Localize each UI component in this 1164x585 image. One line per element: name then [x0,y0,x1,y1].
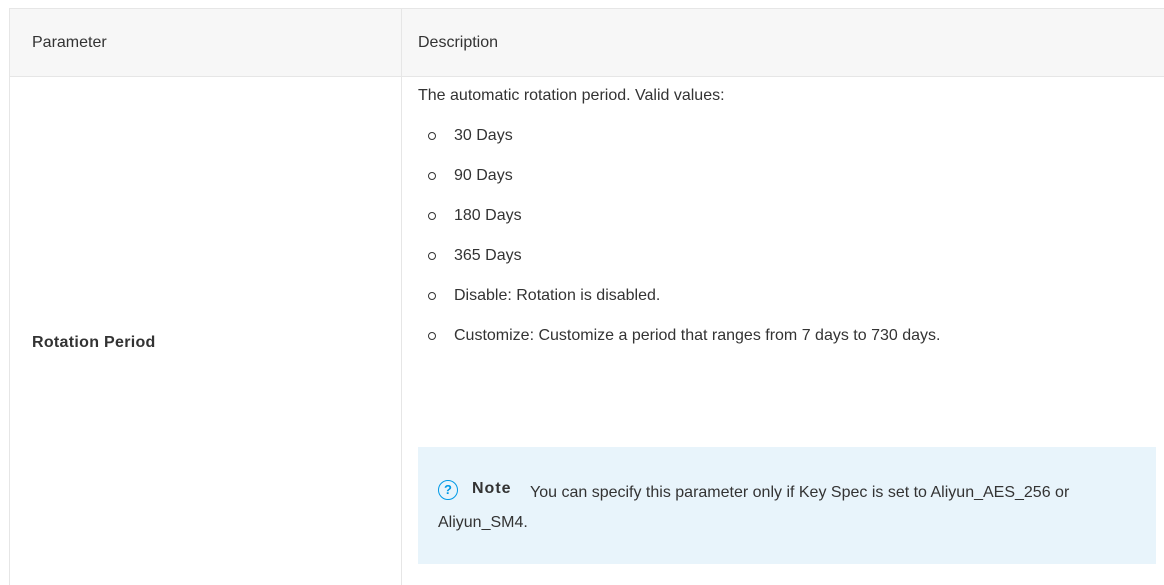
parameter-name: Rotation Period [32,334,156,351]
header-parameter: Parameter [32,34,107,51]
bullet-icon [428,132,436,140]
bullet-icon [428,212,436,220]
note-box: ? Note You can specify this parameter on… [418,447,1156,564]
option-text: 180 Days [454,207,522,224]
header-description: Description [418,34,499,51]
bullet-icon [428,172,436,180]
column-divider [401,9,402,585]
table-header: Parameter Description [10,9,1164,77]
parameter-table: Parameter Description Rotation Period Th… [9,8,1164,585]
bullet-icon [428,332,436,340]
option-text: 365 Days [454,247,522,264]
option-text: 30 Days [454,127,513,144]
option-text: Customize: Customize a period that range… [454,327,941,344]
note-text: You can specify this parameter only if K… [438,484,1070,531]
bullet-icon [428,292,436,300]
description-intro: The automatic rotation period. Valid val… [418,87,725,104]
bullet-icon [428,252,436,260]
option-text: 90 Days [454,167,513,184]
option-text: Disable: Rotation is disabled. [454,287,661,304]
